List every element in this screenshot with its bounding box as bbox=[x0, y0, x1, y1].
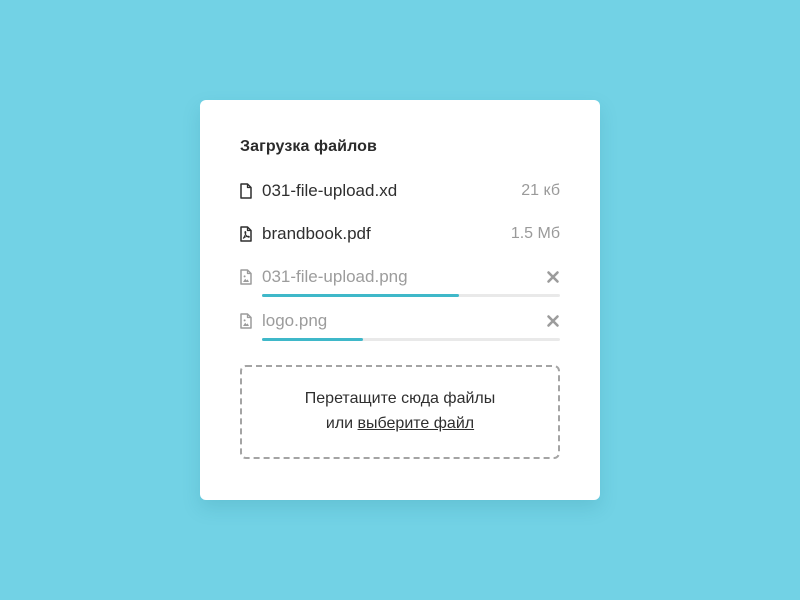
close-icon[interactable] bbox=[546, 314, 560, 328]
file-size: 1.5 Мб bbox=[510, 225, 560, 242]
dropzone-secondary-line: или выберите файл bbox=[242, 415, 558, 433]
close-icon[interactable] bbox=[546, 270, 560, 284]
choose-file-link[interactable]: выберите файл bbox=[358, 415, 475, 432]
upload-progress-fill bbox=[262, 338, 364, 341]
file-upload-card: Загрузка файлов 031-file-upload.xd 21 кб… bbox=[200, 100, 600, 500]
file-name: 031-file-upload.xd bbox=[262, 181, 398, 200]
file-dropzone[interactable]: Перетащите сюда файлы или выберите файл bbox=[240, 365, 560, 459]
file-item-uploading: 031-file-upload.png bbox=[240, 267, 560, 303]
file-name: brandbook.pdf bbox=[262, 224, 371, 243]
file-item: brandbook.pdf 1.5 Мб bbox=[240, 224, 560, 260]
upload-progress-fill bbox=[262, 294, 459, 297]
file-name: 031-file-upload.png bbox=[262, 267, 408, 286]
file-item: 031-file-upload.xd 21 кб bbox=[240, 181, 560, 217]
file-name: logo.png bbox=[262, 311, 328, 330]
dropzone-or-text: или bbox=[325, 415, 358, 432]
upload-progress-bar bbox=[262, 338, 560, 341]
dropzone-instruction: Перетащите сюда файлы bbox=[304, 390, 496, 407]
image-file-icon bbox=[240, 313, 252, 329]
upload-progress-bar bbox=[262, 294, 560, 297]
file-icon bbox=[240, 183, 252, 199]
file-item-uploading: logo.png bbox=[240, 311, 560, 347]
pdf-file-icon bbox=[240, 226, 252, 242]
file-size: 21 кб bbox=[521, 182, 560, 199]
image-file-icon bbox=[240, 269, 252, 285]
card-title: Загрузка файлов bbox=[240, 138, 377, 155]
